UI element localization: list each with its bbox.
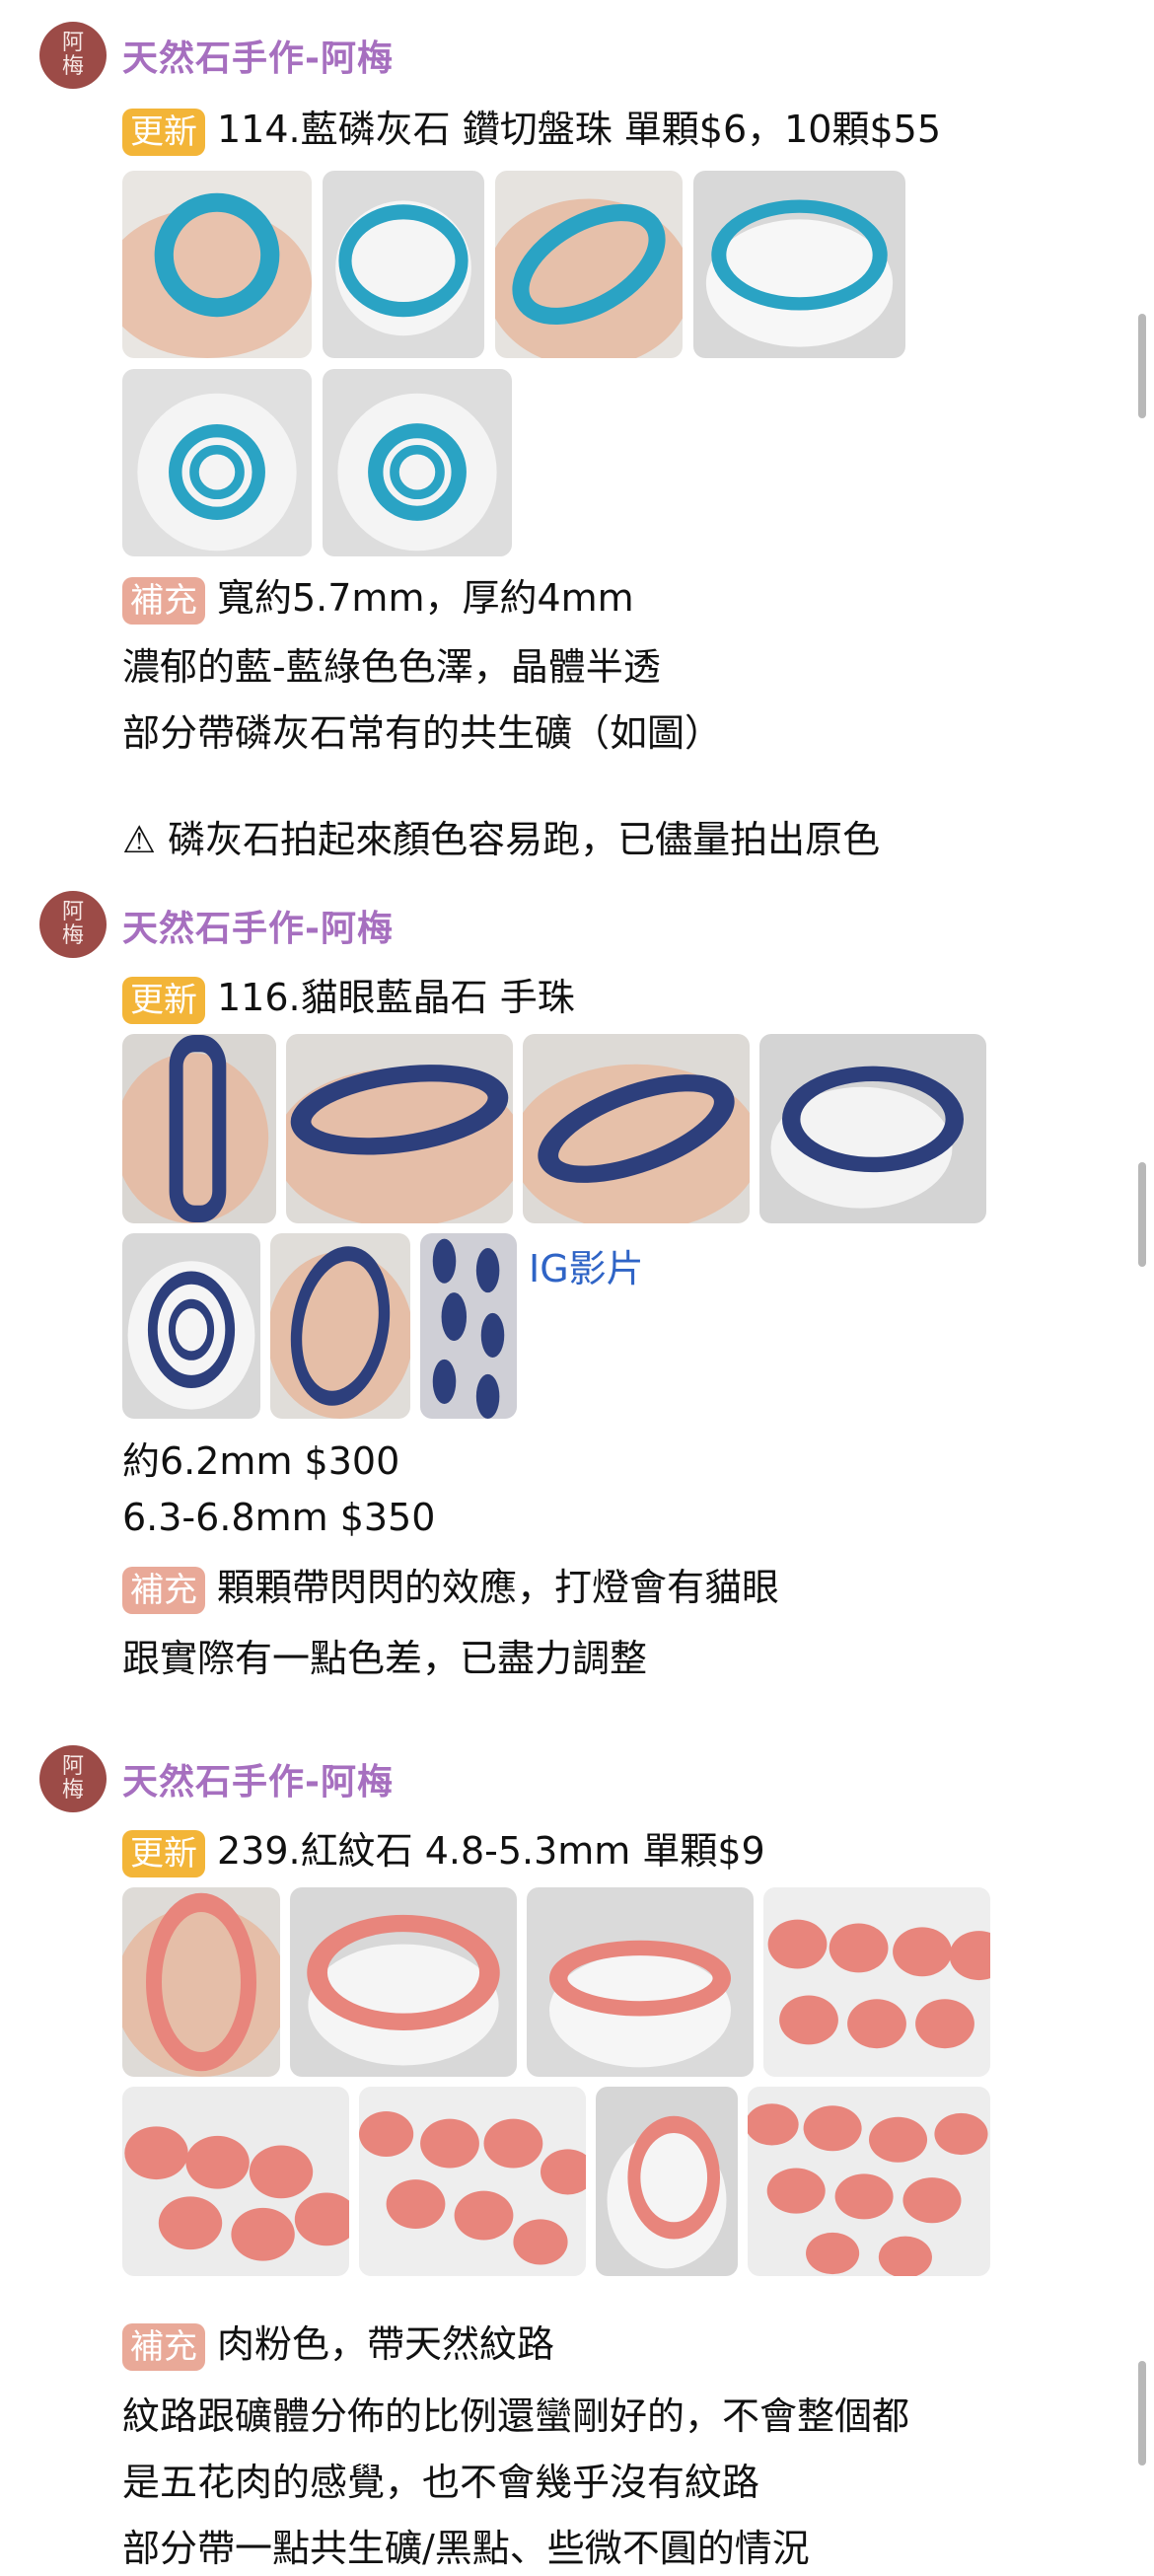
photo-thumbnail[interactable] [420, 1233, 517, 1419]
photo-thumbnail[interactable] [759, 1034, 986, 1223]
photo-thumbnail[interactable] [122, 369, 312, 556]
photo-thumbnail[interactable] [270, 1233, 410, 1419]
body-text: 紋路跟礦體分佈的比例還蠻剛好的，不會整個都 [122, 2394, 910, 2438]
author-name[interactable]: 天然石手作-阿梅 [122, 900, 394, 951]
post-title: 更新 239.紅紋石 4.8-5.3mm 單顆$9 [122, 1820, 765, 1877]
photo-thumbnail[interactable] [122, 1887, 280, 2077]
post-title: 更新 114.藍磷灰石 鑽切盤珠 單顆$6，10顆$55 [122, 99, 941, 156]
ig-video-link[interactable]: IG影片 [529, 1238, 644, 1292]
supplement-line: 補充 寬約5.7mm，厚約4mm [122, 567, 634, 625]
photo-thumbnail[interactable] [290, 1887, 517, 2077]
photo-thumbnail[interactable] [748, 2087, 990, 2276]
price-line: 約6.2mm $300 [122, 1439, 400, 1483]
body-text: ⚠ 磷灰石拍起來顏色容易跑，已儘量拍出原色 [122, 818, 881, 861]
price-line: 6.3-6.8mm $350 [122, 1496, 436, 1539]
author-name[interactable]: 天然石手作-阿梅 [122, 1753, 394, 1804]
body-text: 濃郁的藍-藍綠色色澤，晶體半透 [122, 645, 661, 689]
supplement-line: 補充 顆顆帶閃閃的效應，打燈會有貓眼 [122, 1557, 779, 1614]
body-text: 跟實際有一點色差，已盡力調整 [122, 1637, 648, 1680]
photo-thumbnail[interactable] [122, 1034, 276, 1223]
supplement-tag: 補充 [122, 576, 205, 625]
photo-thumbnail[interactable] [527, 1887, 754, 2077]
photo-thumbnail[interactable] [763, 1887, 990, 2077]
scrollbar[interactable] [1138, 1162, 1146, 1267]
body-text: 是五花肉的感覺，也不會幾乎沒有紋路 [122, 2461, 760, 2504]
avatar[interactable]: 阿 梅 [39, 1745, 107, 1812]
photo-thumbnail[interactable] [495, 171, 683, 358]
body-text: 部分帶一點共生礦/黑點、些微不圓的情況 [122, 2527, 810, 2570]
photo-thumbnail[interactable] [693, 171, 905, 358]
photo-thumbnail[interactable] [523, 1034, 750, 1223]
photo-thumbnail[interactable] [359, 2087, 586, 2276]
post-title: 更新 116.貓眼藍晶石 手珠 [122, 967, 575, 1024]
supplement-tag: 補充 [122, 1566, 205, 1614]
update-tag: 更新 [122, 108, 205, 156]
photo-thumbnail[interactable] [122, 171, 312, 358]
photo-thumbnail[interactable] [596, 2087, 738, 2276]
update-tag: 更新 [122, 976, 205, 1024]
scrollbar[interactable] [1138, 2361, 1146, 2466]
update-tag: 更新 [122, 1829, 205, 1877]
avatar[interactable]: 阿 梅 [39, 891, 107, 958]
avatar[interactable]: 阿 梅 [39, 22, 107, 89]
body-text: 部分帶磷灰石常有的共生礦（如圖） [122, 711, 723, 755]
photo-thumbnail[interactable] [323, 171, 484, 358]
photo-thumbnail[interactable] [323, 369, 512, 556]
supplement-tag: 補充 [122, 2322, 205, 2371]
supplement-line: 補充 肉粉色，帶天然紋路 [122, 2314, 554, 2371]
photo-thumbnail[interactable] [122, 1233, 260, 1419]
author-name[interactable]: 天然石手作-阿梅 [122, 30, 394, 81]
photo-thumbnail[interactable] [122, 2087, 349, 2276]
scrollbar[interactable] [1138, 314, 1146, 418]
photo-thumbnail[interactable] [286, 1034, 513, 1223]
